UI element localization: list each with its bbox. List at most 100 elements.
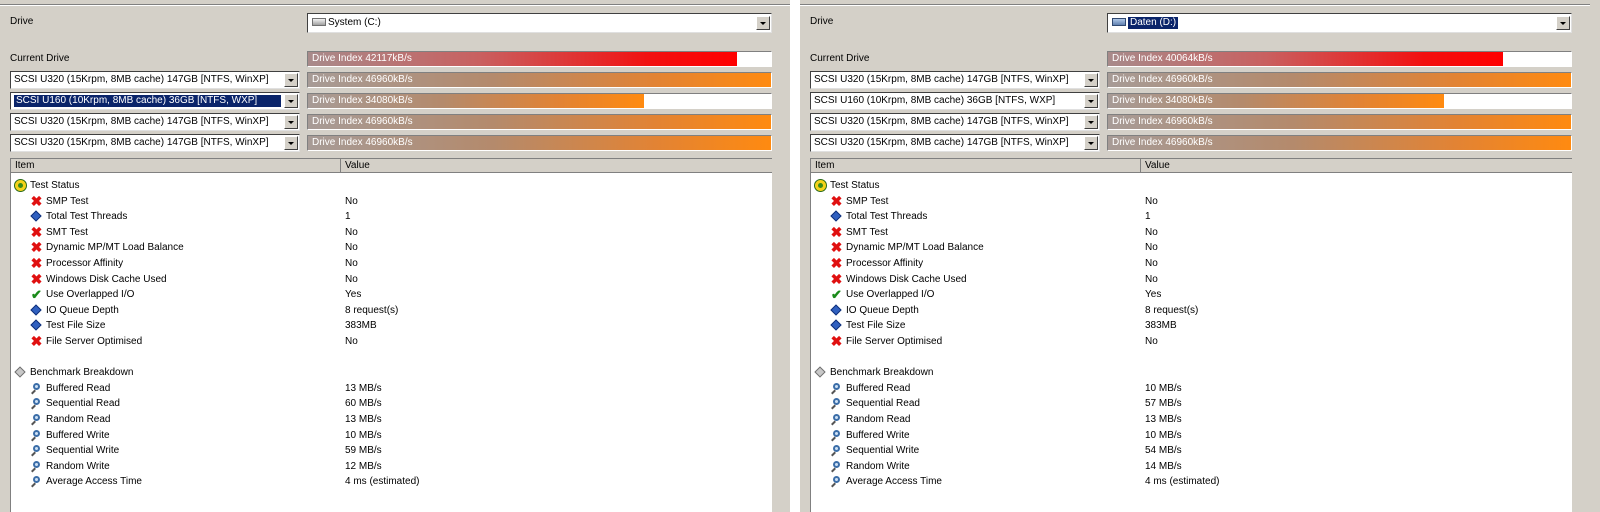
list-item[interactable]: Test Status <box>11 178 772 193</box>
compare-drive-select[interactable]: SCSI U320 (15Krpm, 8MB cache) 147GB [NTF… <box>810 134 1100 152</box>
chevron-down-icon[interactable] <box>284 73 298 87</box>
list-item[interactable]: ✖ SMP Test No <box>811 194 1572 209</box>
list-item[interactable]: Average Access Time 4 ms (estimated) <box>811 474 1572 489</box>
red-x-icon: ✖ <box>830 192 843 209</box>
list-item[interactable]: Sequential Write 59 MB/s <box>11 443 772 458</box>
list-item[interactable]: ✖ Dynamic MP/MT Load Balance No <box>11 240 772 255</box>
results-list[interactable]: Item Value Test Status ✖ SMP Test No Total Tes… <box>10 158 772 512</box>
list-item[interactable]: Test File Size 383MB <box>11 318 772 333</box>
list-item[interactable]: Test Status <box>811 178 1572 193</box>
blue-diamond-icon <box>830 319 843 332</box>
results-list[interactable]: Item Value Test Status ✖ SMP Test No Total Tes… <box>810 158 1572 512</box>
item-label: Windows Disk Cache Used <box>46 273 167 285</box>
list-item[interactable]: Buffered Read 13 MB/s <box>11 381 772 396</box>
list-item[interactable]: Random Read 13 MB/s <box>811 412 1572 427</box>
chevron-down-icon[interactable] <box>1084 136 1098 150</box>
drive-select-value: System (C:) <box>328 17 381 28</box>
item-label: Total Test Threads <box>846 211 928 223</box>
item-value: 4 ms (estimated) <box>1145 476 1220 488</box>
chevron-down-icon[interactable] <box>1084 115 1098 129</box>
gray-diamond-icon <box>14 366 27 379</box>
item-label: SMT Test <box>846 226 888 238</box>
item-label: Test Status <box>830 180 880 191</box>
list-item[interactable]: Sequential Read 57 MB/s <box>811 396 1572 411</box>
item-label: Buffered Read <box>846 382 911 394</box>
red-x-icon: ✖ <box>830 239 843 256</box>
item-value: No <box>1145 336 1158 347</box>
compare-drive-value: SCSI U320 (15Krpm, 8MB cache) 147GB [NTF… <box>814 74 1069 85</box>
list-item[interactable]: Total Test Threads 1 <box>11 209 772 224</box>
item-label: File Server Optimised <box>846 336 943 347</box>
item-value: 8 request(s) <box>345 304 399 316</box>
drive-index-text: Drive Index 34080kB/s <box>312 95 413 106</box>
list-item[interactable]: ✖ SMT Test No <box>11 225 772 240</box>
list-item[interactable]: Benchmark Breakdown <box>811 365 1572 380</box>
list-item[interactable]: ✖ Processor Affinity No <box>11 256 772 271</box>
chevron-down-icon[interactable] <box>1556 16 1570 30</box>
compare-drive-select[interactable]: SCSI U160 (10Krpm, 8MB cache) 36GB [NTFS… <box>10 92 300 110</box>
drive-select[interactable]: System (C:) <box>307 13 772 33</box>
compare-drive-value: SCSI U320 (15Krpm, 8MB cache) 147GB [NTF… <box>14 116 269 127</box>
chevron-down-icon[interactable] <box>284 136 298 150</box>
compare-drive-select[interactable]: SCSI U320 (15Krpm, 8MB cache) 147GB [NTF… <box>810 71 1100 89</box>
chevron-down-icon[interactable] <box>1084 94 1098 108</box>
chevron-down-icon[interactable] <box>1084 73 1098 87</box>
list-item[interactable]: Total Test Threads 1 <box>811 209 1572 224</box>
list-item[interactable]: ✖ SMT Test No <box>811 225 1572 240</box>
item-label: Dynamic MP/MT Load Balance <box>46 242 184 254</box>
top-separator <box>800 4 1590 6</box>
item-value: 14 MB/s <box>1145 460 1182 472</box>
chevron-down-icon[interactable] <box>756 16 770 30</box>
list-item[interactable]: IO Queue Depth 8 request(s) <box>11 303 772 318</box>
list-item[interactable]: Test File Size 383MB <box>811 318 1572 333</box>
item-label: Average Access Time <box>46 476 142 488</box>
list-item[interactable]: Average Access Time 4 ms (estimated) <box>11 474 772 489</box>
drive-label: Drive <box>810 16 834 27</box>
chevron-down-icon[interactable] <box>284 115 298 129</box>
magnifier-icon <box>30 382 43 395</box>
list-item[interactable]: ✔ Use Overlapped I/O Yes <box>11 287 772 302</box>
list-item[interactable]: Sequential Read 60 MB/s <box>11 396 772 411</box>
list-item[interactable]: IO Queue Depth 8 request(s) <box>811 303 1572 318</box>
list-item[interactable]: ✖ Dynamic MP/MT Load Balance No <box>811 240 1572 255</box>
list-item[interactable]: Random Write 14 MB/s <box>811 459 1572 474</box>
list-item[interactable]: Sequential Write 54 MB/s <box>811 443 1572 458</box>
green-check-icon: ✔ <box>831 287 842 303</box>
column-header-item[interactable]: Item <box>11 159 341 173</box>
list-item[interactable]: ✖ File Server Optimised No <box>11 334 772 349</box>
column-header-value[interactable]: Value <box>1141 159 1572 173</box>
magnifier-icon <box>830 397 843 410</box>
list-item[interactable]: ✖ Windows Disk Cache Used No <box>811 272 1572 287</box>
list-item[interactable]: Buffered Read 10 MB/s <box>811 381 1572 396</box>
item-label: Test File Size <box>846 320 906 332</box>
green-check-icon: ✔ <box>31 287 42 303</box>
compare-drive-select[interactable]: SCSI U320 (15Krpm, 8MB cache) 147GB [NTF… <box>10 134 300 152</box>
item-value: 59 MB/s <box>345 445 382 457</box>
item-value: 1 <box>345 211 351 223</box>
compare-drive-select[interactable]: SCSI U320 (15Krpm, 8MB cache) 147GB [NTF… <box>10 113 300 131</box>
list-item[interactable]: Random Write 12 MB/s <box>11 459 772 474</box>
list-item[interactable]: Benchmark Breakdown <box>11 365 772 380</box>
list-item[interactable]: Buffered Write 10 MB/s <box>11 428 772 443</box>
item-label: Benchmark Breakdown <box>830 367 934 379</box>
list-item[interactable]: Buffered Write 10 MB/s <box>811 428 1572 443</box>
column-header-value[interactable]: Value <box>341 159 772 173</box>
list-item[interactable]: ✔ Use Overlapped I/O Yes <box>811 287 1572 302</box>
list-item[interactable]: ✖ Processor Affinity No <box>811 256 1572 271</box>
item-label: Test Status <box>30 180 80 191</box>
item-value: 13 MB/s <box>345 382 382 394</box>
item-label: Use Overlapped I/O <box>46 289 135 301</box>
compare-drive-select[interactable]: SCSI U320 (15Krpm, 8MB cache) 147GB [NTF… <box>810 113 1100 131</box>
drive-select[interactable]: Daten (D:) <box>1107 13 1572 33</box>
top-separator <box>0 4 790 6</box>
compare-drive-select[interactable]: SCSI U320 (15Krpm, 8MB cache) 147GB [NTF… <box>10 71 300 89</box>
list-item[interactable]: Random Read 13 MB/s <box>11 412 772 427</box>
list-item[interactable]: ✖ File Server Optimised No <box>811 334 1572 349</box>
current-drive-label: Current Drive <box>10 53 70 64</box>
column-header-item[interactable]: Item <box>811 159 1141 173</box>
compare-drive-select[interactable]: SCSI U160 (10Krpm, 8MB cache) 36GB [NTFS… <box>810 92 1100 110</box>
item-label: Benchmark Breakdown <box>30 367 134 379</box>
list-item[interactable]: ✖ SMP Test No <box>11 194 772 209</box>
chevron-down-icon[interactable] <box>284 94 298 108</box>
list-item[interactable]: ✖ Windows Disk Cache Used No <box>11 272 772 287</box>
